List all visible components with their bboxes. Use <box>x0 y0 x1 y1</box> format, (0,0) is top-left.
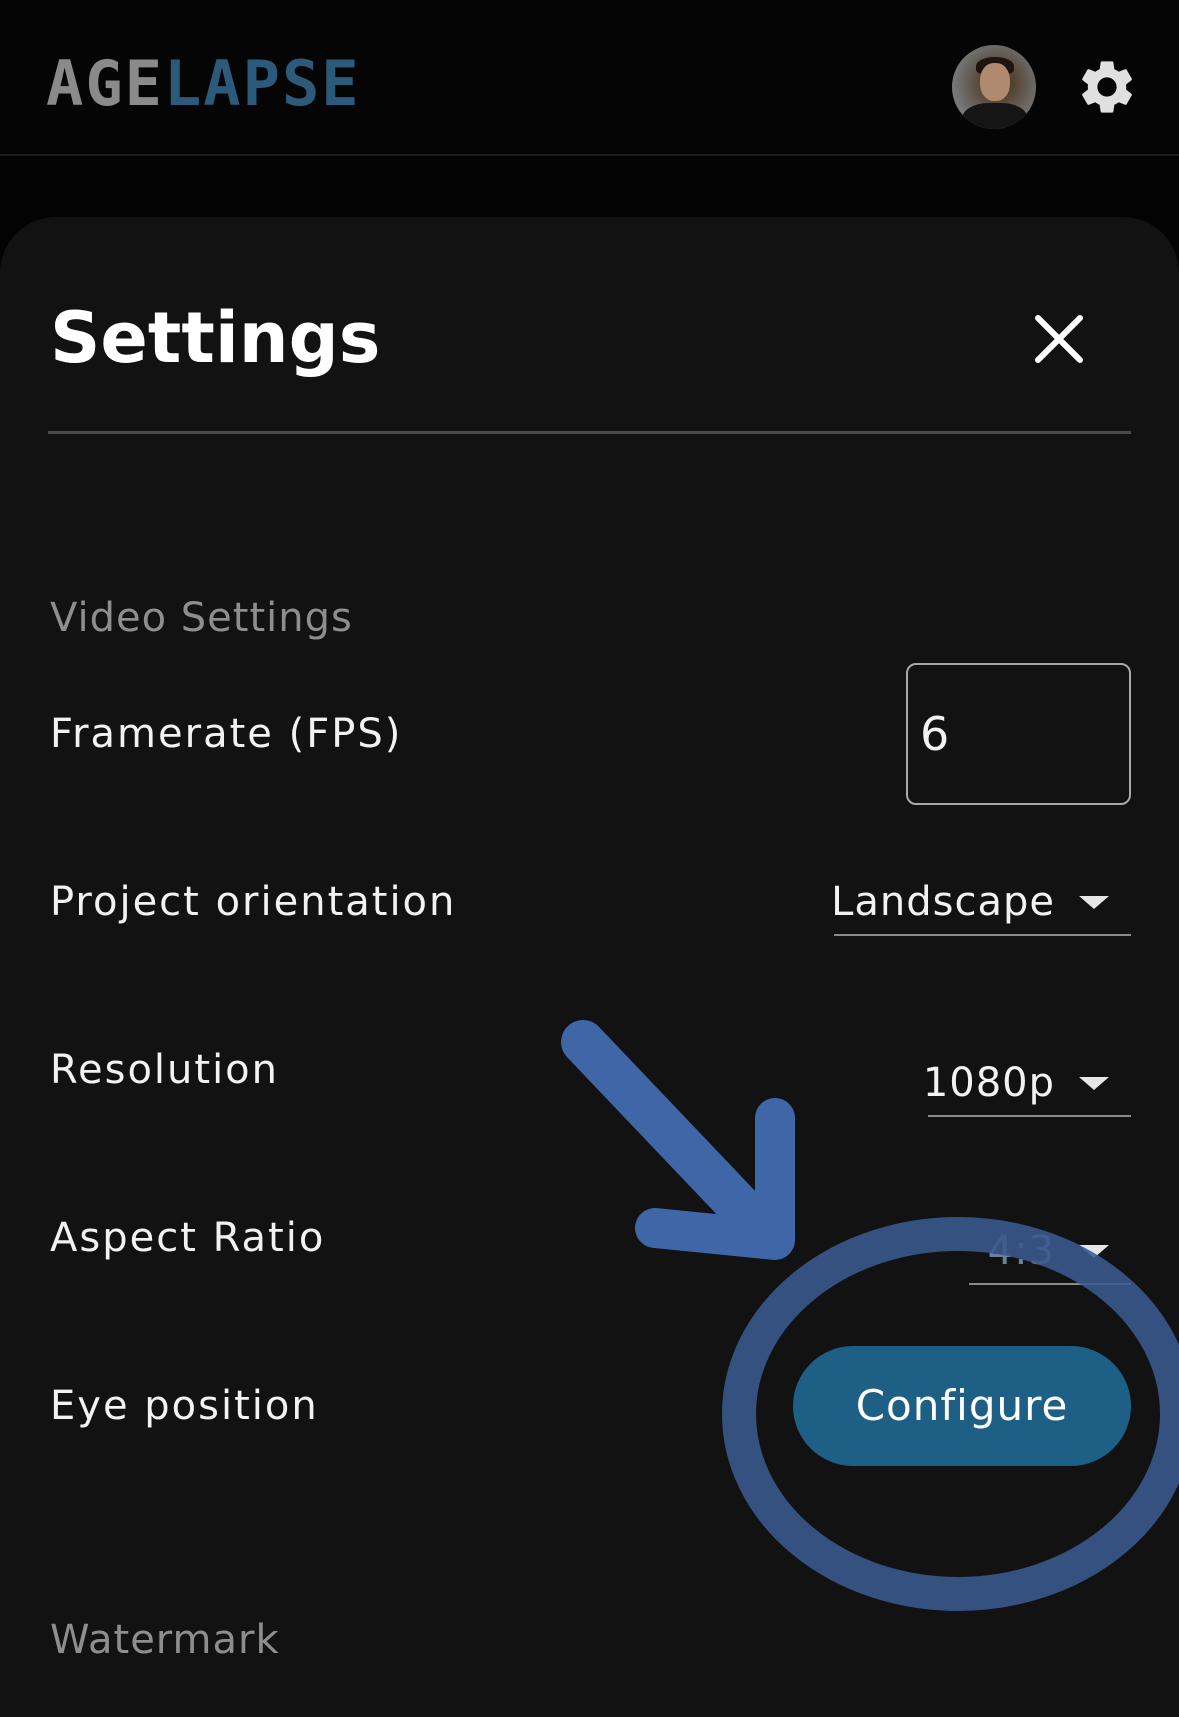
configure-button[interactable]: Configure <box>793 1346 1131 1466</box>
resolution-dropdown[interactable]: 1080p <box>923 1051 1131 1117</box>
resolution-label: Resolution <box>50 1047 280 1093</box>
profile-avatar[interactable] <box>952 45 1036 129</box>
aspect-ratio-dropdown[interactable]: 4:3 <box>969 1219 1131 1285</box>
orientation-value: Landscape <box>831 879 1055 925</box>
caret-down-icon <box>1079 1076 1109 1090</box>
section-label-video-settings: Video Settings <box>50 595 353 641</box>
caret-down-icon <box>1079 895 1109 909</box>
orientation-label: Project orientation <box>50 879 457 925</box>
logo-text-lapse: LAPSE <box>163 47 361 120</box>
resolution-value: 1080p <box>922 1060 1055 1106</box>
caret-down-icon <box>1079 1244 1109 1258</box>
orientation-dropdown[interactable]: Landscape <box>831 870 1131 936</box>
logo-text-age: AGE <box>46 47 164 120</box>
aspect-ratio-label: Aspect Ratio <box>50 1215 326 1261</box>
settings-sheet <box>0 217 1179 1717</box>
gear-icon[interactable] <box>1075 55 1139 119</box>
app-header: AGELAPSE <box>0 0 1179 156</box>
title-divider <box>48 431 1131 434</box>
page-title: Settings <box>50 297 381 379</box>
eye-position-label: Eye position <box>50 1383 319 1429</box>
aspect-ratio-value: 4:3 <box>987 1228 1055 1274</box>
framerate-label: Framerate (FPS) <box>50 711 403 757</box>
framerate-input[interactable]: 6 <box>906 663 1131 805</box>
section-label-watermark: Watermark <box>50 1617 280 1663</box>
avatar-body <box>962 103 1028 129</box>
close-icon[interactable] <box>1030 310 1088 368</box>
app-logo: AGELAPSE <box>46 52 361 116</box>
avatar-face <box>980 63 1010 101</box>
